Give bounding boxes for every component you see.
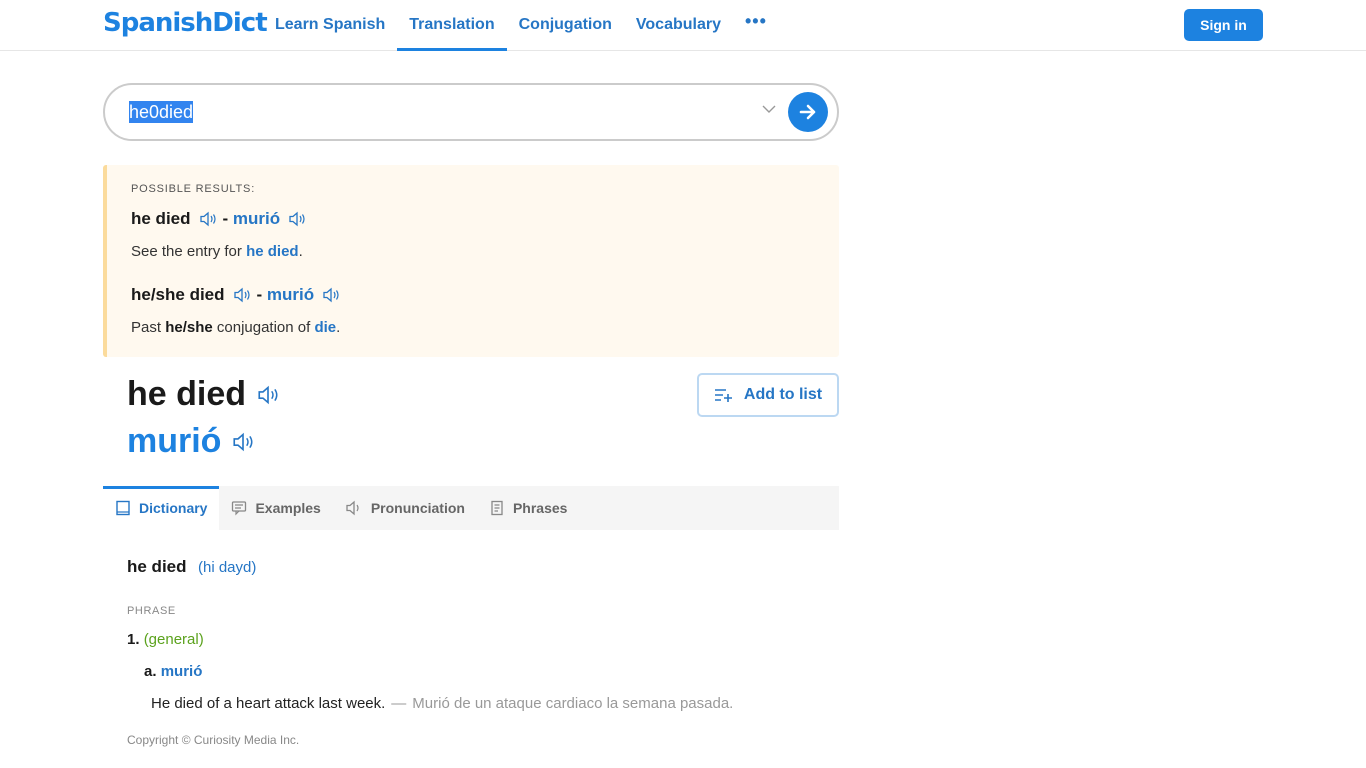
tab-label: Pronunciation xyxy=(370,500,465,516)
main-nav: Learn Spanish Translation Conjugation Vo… xyxy=(263,0,779,51)
speaker-icon[interactable] xyxy=(288,211,306,227)
desc-text: . xyxy=(298,243,303,260)
desc-text: . xyxy=(336,319,341,336)
entry-link[interactable]: he died xyxy=(246,243,299,260)
dictionary-headword: he died xyxy=(127,557,187,576)
result-spanish-link[interactable]: murió xyxy=(267,285,314,305)
sense-number: 1. xyxy=(127,631,140,648)
sense-1: 1. (general) xyxy=(127,631,204,648)
entry-headword: he died xyxy=(127,375,280,414)
sign-in-button[interactable]: Sign in xyxy=(1184,9,1263,41)
playlist-add-icon xyxy=(714,389,732,402)
sense-context: (general) xyxy=(143,631,204,648)
result-spanish-link[interactable]: murió xyxy=(233,209,280,229)
desc-bold: he/she xyxy=(165,319,213,336)
example-sentence: He died of a heart attack last week. — Mur… xyxy=(151,695,733,712)
speaker-icon[interactable] xyxy=(233,287,251,303)
arrow-right-icon xyxy=(799,104,816,120)
nav-translation[interactable]: Translation xyxy=(397,0,507,51)
search-input[interactable]: he0died xyxy=(129,101,194,123)
possible-results-label: POSSIBLE RESULTS: xyxy=(131,183,256,195)
translate-submit-button[interactable] xyxy=(788,92,828,132)
tab-pronunciation[interactable]: Pronunciation xyxy=(333,486,477,530)
sub-sense-translation-link[interactable]: murió xyxy=(161,663,203,680)
spanishdict-logo[interactable]: SpanishDict xyxy=(103,8,268,38)
example-english: He died of a heart attack last week. xyxy=(151,695,386,712)
speaker-icon xyxy=(346,500,359,516)
speaker-icon[interactable] xyxy=(199,211,217,227)
add-to-list-button[interactable]: Add to list xyxy=(697,373,839,417)
nav-conjugation[interactable]: Conjugation xyxy=(507,0,624,50)
book-icon xyxy=(116,500,130,516)
result-english: he died xyxy=(131,209,191,228)
chat-icon xyxy=(232,501,247,516)
possible-results-panel: POSSIBLE RESULTS: he died - murió See th… xyxy=(103,165,839,357)
copyright-text: Copyright © Curiosity Media Inc. xyxy=(127,733,300,747)
tab-label: Phrases xyxy=(512,500,568,516)
speaker-icon[interactable] xyxy=(322,287,340,303)
speaker-icon[interactable] xyxy=(256,385,280,405)
top-navigation-bar: SpanishDict Learn Spanish Translation Co… xyxy=(0,0,1366,51)
document-icon xyxy=(491,500,503,516)
tab-label: Dictionary xyxy=(139,500,208,516)
possible-result-2: he/she died - murió xyxy=(131,285,346,305)
more-menu-icon[interactable]: ••• xyxy=(733,0,779,46)
desc-text: Past xyxy=(131,319,166,336)
chevron-down-icon[interactable] xyxy=(761,101,777,117)
conjugation-link[interactable]: die xyxy=(314,319,336,336)
sub-sense-letter: a. xyxy=(144,663,157,680)
result-english: he/she died xyxy=(131,285,225,304)
translation-text[interactable]: murió xyxy=(127,422,221,461)
dictionary-pronunciation[interactable]: (hi dayd) xyxy=(198,559,256,576)
possible-result-1: he died - murió xyxy=(131,209,312,229)
sense-1a: a. murió xyxy=(144,663,202,680)
desc-text: conjugation of xyxy=(212,319,315,336)
add-to-list-label: Add to list xyxy=(743,386,823,403)
search-input-value: he0died xyxy=(129,101,194,123)
possible-result-2-description: Past he/she conjugation of die. xyxy=(131,319,340,336)
entry-translation: murió xyxy=(127,422,255,461)
dash: - xyxy=(256,285,267,304)
example-dash: — xyxy=(391,695,407,712)
example-spanish: Murió de un ataque cardiaco la semana pa… xyxy=(412,695,734,712)
nav-vocabulary[interactable]: Vocabulary xyxy=(624,0,733,50)
tab-examples[interactable]: Examples xyxy=(219,486,332,530)
tab-label: Examples xyxy=(255,500,321,516)
tab-dictionary[interactable]: Dictionary xyxy=(103,486,220,530)
nav-learn-spanish[interactable]: Learn Spanish xyxy=(263,0,397,50)
dash: - xyxy=(222,209,233,228)
possible-result-1-description: See the entry for he died. xyxy=(131,243,303,260)
speaker-icon[interactable] xyxy=(231,432,255,452)
part-of-speech: PHRASE xyxy=(127,605,176,617)
entry-tabs: Dictionary Examples Pronunciation Phrase… xyxy=(103,486,839,530)
desc-text: See the entry for xyxy=(131,243,247,260)
translation-search-box[interactable]: he0died xyxy=(103,83,839,141)
tab-phrases[interactable]: Phrases xyxy=(477,486,579,530)
headword-text: he died xyxy=(127,375,247,413)
